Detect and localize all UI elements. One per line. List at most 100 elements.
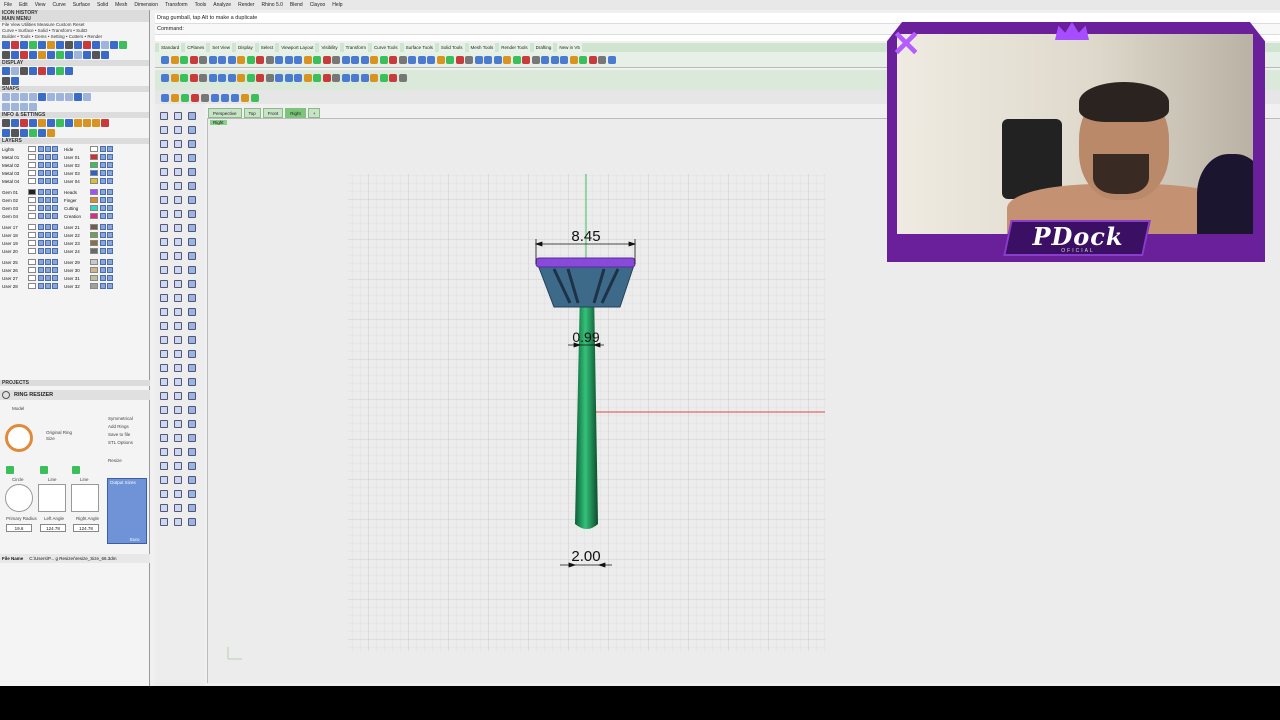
plastic-display-icon[interactable] bbox=[11, 77, 19, 85]
move-tool-icon[interactable] bbox=[11, 41, 19, 49]
layer-toggle-icon[interactable] bbox=[52, 170, 58, 176]
toolbar-button-icon[interactable] bbox=[398, 74, 407, 82]
perp-snap-icon[interactable] bbox=[56, 93, 64, 101]
toolbar-button-icon[interactable] bbox=[237, 74, 245, 82]
layer-color-swatch[interactable] bbox=[28, 146, 36, 152]
layer-toggle-icon[interactable] bbox=[107, 205, 113, 211]
layer-toggle-icon[interactable] bbox=[45, 283, 51, 289]
layer-toggle-icon[interactable] bbox=[45, 154, 51, 160]
toolbar-button-icon[interactable] bbox=[275, 56, 283, 64]
layer-toggle-icon[interactable] bbox=[45, 189, 51, 195]
toolbar-button-icon[interactable] bbox=[246, 56, 255, 64]
menu-item[interactable]: Edit bbox=[19, 2, 28, 8]
layer-toggle-icon[interactable] bbox=[38, 189, 44, 195]
menu-item[interactable]: Surface bbox=[73, 2, 90, 8]
menu-item[interactable]: File bbox=[4, 2, 12, 8]
layer-toggle-icon[interactable] bbox=[38, 283, 44, 289]
layer-name[interactable]: Metal 01 bbox=[2, 155, 26, 160]
area-icon[interactable] bbox=[20, 119, 28, 127]
layer-toggle-icon[interactable] bbox=[52, 248, 58, 254]
toolbar-tab[interactable]: Set View bbox=[210, 43, 232, 52]
side-tool-icon[interactable] bbox=[160, 420, 168, 428]
side-tool-icon[interactable] bbox=[188, 392, 196, 400]
layer-toggle-icon[interactable] bbox=[38, 232, 44, 238]
trim-tool-icon[interactable] bbox=[74, 41, 82, 49]
toolbar-button-icon[interactable] bbox=[560, 56, 568, 64]
menu-item[interactable]: Tools bbox=[195, 2, 207, 8]
viewport-tab[interactable]: Right bbox=[285, 108, 306, 118]
layer-toggle-icon[interactable] bbox=[107, 232, 113, 238]
toolbar-button-icon[interactable] bbox=[181, 94, 189, 102]
layer-color-swatch[interactable] bbox=[28, 197, 36, 203]
target-icon[interactable] bbox=[6, 466, 14, 474]
toolbar-button-icon[interactable] bbox=[332, 56, 340, 64]
side-tool-icon[interactable] bbox=[160, 182, 168, 190]
layer-toggle-icon[interactable] bbox=[100, 267, 106, 273]
side-tool-icon[interactable] bbox=[174, 126, 182, 134]
layer-toggle-icon[interactable] bbox=[38, 224, 44, 230]
weight-icon[interactable] bbox=[2, 119, 10, 127]
toolbar-button-icon[interactable] bbox=[218, 56, 226, 64]
toolbar-button-icon[interactable] bbox=[579, 56, 587, 64]
layer-toggle-icon[interactable] bbox=[107, 146, 113, 152]
layer-toggle-icon[interactable] bbox=[45, 259, 51, 265]
side-tool-icon[interactable] bbox=[160, 112, 168, 120]
layer-name[interactable]: User 22 bbox=[64, 233, 88, 238]
line-edit-icon[interactable] bbox=[72, 466, 80, 474]
option-add-rings[interactable]: Add Rings bbox=[108, 424, 129, 429]
layer-toggle-icon[interactable] bbox=[45, 275, 51, 281]
layer-icon[interactable] bbox=[56, 119, 64, 127]
side-tool-icon[interactable] bbox=[160, 126, 168, 134]
layer-toggle-icon[interactable] bbox=[107, 178, 113, 184]
layer-name[interactable]: User 21 bbox=[64, 225, 88, 230]
side-tool-icon[interactable] bbox=[174, 280, 182, 288]
side-tool-icon[interactable] bbox=[160, 224, 168, 232]
toolbar-button-icon[interactable] bbox=[389, 56, 397, 64]
layer-name[interactable]: User 29 bbox=[64, 260, 88, 265]
resize-button[interactable]: Resize bbox=[108, 458, 122, 463]
side-tool-icon[interactable] bbox=[188, 252, 196, 260]
layer-toggle-icon[interactable] bbox=[52, 189, 58, 195]
toolbar-tab[interactable]: Transform bbox=[343, 43, 368, 52]
layer-name[interactable]: Metal 02 bbox=[2, 163, 26, 168]
side-tool-icon[interactable] bbox=[174, 378, 182, 386]
snapshot-icon[interactable] bbox=[2, 129, 10, 137]
cutter-tool-icon[interactable] bbox=[92, 51, 100, 59]
planar-snap-icon[interactable] bbox=[20, 103, 28, 111]
sweep-tool-icon[interactable] bbox=[119, 41, 127, 49]
side-tool-icon[interactable] bbox=[188, 350, 196, 358]
side-tool-icon[interactable] bbox=[188, 406, 196, 414]
export-icon[interactable] bbox=[92, 119, 100, 127]
side-tool-icon[interactable] bbox=[174, 518, 182, 526]
osnap-icon[interactable] bbox=[29, 103, 37, 111]
layer-name[interactable]: Gem 01 bbox=[2, 190, 26, 195]
toolbar-button-icon[interactable] bbox=[493, 56, 502, 64]
layer-name[interactable]: Heads bbox=[64, 190, 88, 195]
layer-toggle-icon[interactable] bbox=[52, 213, 58, 219]
toolbar-button-icon[interactable] bbox=[398, 56, 407, 64]
toolbar-button-icon[interactable] bbox=[191, 94, 199, 102]
save-icon[interactable] bbox=[83, 119, 91, 127]
circle-tool-icon[interactable] bbox=[2, 41, 10, 49]
side-tool-icon[interactable] bbox=[188, 462, 196, 470]
layer-color-swatch[interactable] bbox=[90, 213, 98, 219]
mirror-tool-icon[interactable] bbox=[38, 41, 46, 49]
toolbar-button-icon[interactable] bbox=[170, 56, 179, 64]
side-tool-icon[interactable] bbox=[188, 126, 196, 134]
toolbar-button-icon[interactable] bbox=[275, 74, 283, 82]
toolbar-button-icon[interactable] bbox=[436, 56, 445, 64]
side-tool-icon[interactable] bbox=[174, 196, 182, 204]
toolbar-button-icon[interactable] bbox=[408, 56, 416, 64]
toolbar-button-icon[interactable] bbox=[170, 74, 179, 82]
side-tool-icon[interactable] bbox=[160, 210, 168, 218]
toolbar-button-icon[interactable] bbox=[417, 56, 426, 64]
toolbar-button-icon[interactable] bbox=[474, 56, 483, 64]
layer-name[interactable]: User 28 bbox=[2, 284, 26, 289]
extrude-tool-icon[interactable] bbox=[47, 51, 55, 59]
side-tool-icon[interactable] bbox=[174, 322, 182, 330]
layer-color-swatch[interactable] bbox=[90, 224, 98, 230]
layer-toggle-icon[interactable] bbox=[38, 240, 44, 246]
layer-name[interactable]: Gem 02 bbox=[2, 198, 26, 203]
side-tool-icon[interactable] bbox=[188, 518, 196, 526]
curve-tool-icon[interactable] bbox=[38, 51, 46, 59]
